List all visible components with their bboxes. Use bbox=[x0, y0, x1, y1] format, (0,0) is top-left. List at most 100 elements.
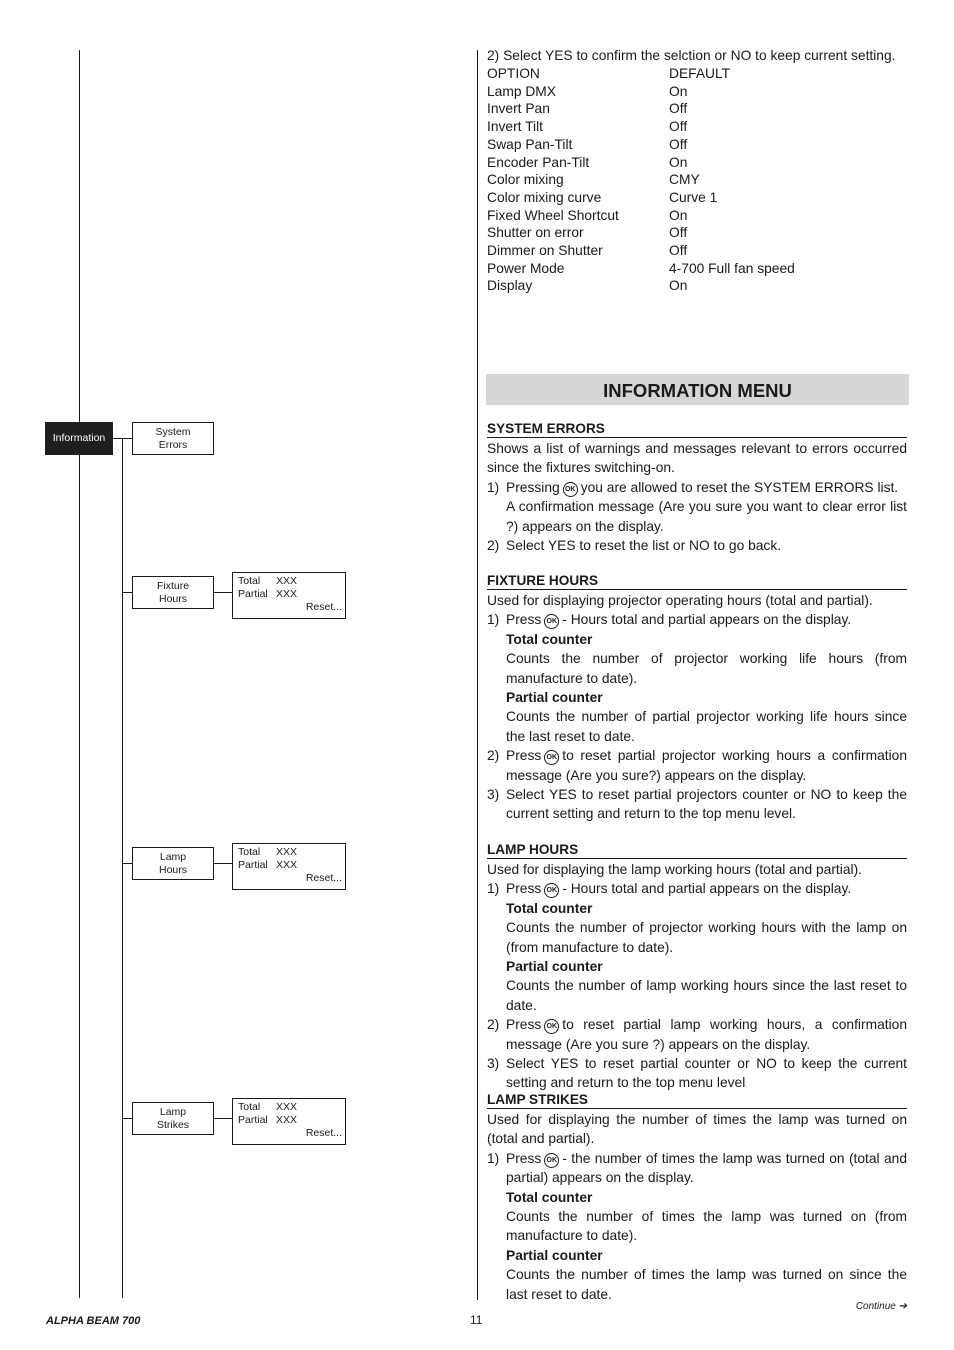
partial-label: Partial bbox=[238, 588, 268, 600]
step-number: 2) bbox=[487, 748, 500, 764]
option-name: Dimmer on Shutter bbox=[487, 243, 603, 259]
total-counter-title: Total counter bbox=[506, 631, 593, 647]
option-name: Fixed Wheel Shortcut bbox=[487, 207, 619, 223]
step-body: Press OK to reset partial projector workin… bbox=[506, 746, 907, 785]
connector bbox=[214, 863, 232, 864]
step: 3) Select YES to reset partial projector… bbox=[487, 785, 907, 824]
step-text: you are allowed to reset the SYSTEM ERRO… bbox=[580, 479, 899, 495]
step: 2) Press OK to reset partial lamp working … bbox=[487, 1015, 907, 1054]
table-row: Power Mode 4-700 Full fan speed bbox=[487, 260, 795, 278]
table-row: Shutter on error Off bbox=[487, 224, 795, 242]
reset-option[interactable]: Reset... bbox=[306, 601, 342, 614]
fixture-hours-display: Total XXX Partial XXX Reset... bbox=[232, 572, 346, 619]
partial-value: XXX bbox=[276, 859, 298, 871]
step-body: Pressing OK you are allowed to reset the S… bbox=[506, 478, 907, 536]
step-text: Press bbox=[506, 612, 542, 628]
step-number: 1) bbox=[487, 479, 500, 495]
continue-link[interactable]: Continue ➔ bbox=[856, 1301, 907, 1312]
partial-label: Partial bbox=[238, 859, 268, 871]
option-name: Color mixing curve bbox=[487, 189, 602, 205]
partial-label: Partial bbox=[238, 1114, 268, 1126]
option-name: Lamp DMX bbox=[487, 83, 557, 99]
option-name: Power Mode bbox=[487, 260, 565, 276]
node-label-line2: Errors bbox=[158, 438, 188, 451]
connector bbox=[122, 863, 132, 864]
header-option: OPTION bbox=[487, 66, 540, 81]
option-default: Off bbox=[669, 101, 688, 117]
connector bbox=[214, 1118, 232, 1119]
total-label: Total bbox=[238, 575, 261, 587]
partial-counter-text: Counts the number of partial projector w… bbox=[506, 709, 907, 744]
options-table: OPTION DEFAULT Lamp DMX On Invert Pan Off … bbox=[487, 65, 795, 295]
menu-node-system-errors[interactable]: System Errors bbox=[132, 422, 214, 455]
lamp-hours-display: Total XXX Partial XXX Reset... bbox=[232, 843, 346, 890]
partial-counter-title: Partial counter bbox=[506, 690, 603, 706]
section-intro: Used for displaying the lamp working hou… bbox=[487, 862, 863, 877]
partial-counter-title: Partial counter bbox=[506, 959, 603, 975]
menu-node-lamp-strikes[interactable]: Lamp Strikes bbox=[132, 1102, 214, 1135]
step: 3) Select YES to reset partial counter o… bbox=[487, 1054, 907, 1093]
option-name: Invert Pan bbox=[487, 101, 550, 117]
section-banner: INFORMATION MENU bbox=[486, 374, 909, 405]
menu-node-lamp-hours[interactable]: Lamp Hours bbox=[132, 847, 214, 880]
step-text: Press bbox=[506, 748, 542, 764]
step-number: 3) bbox=[487, 787, 500, 803]
table-row: Color mixing curve Curve 1 bbox=[487, 189, 795, 207]
menu-node-label: Information bbox=[52, 432, 106, 444]
step-body: Press OK - Hours total and partial appears… bbox=[506, 610, 907, 630]
total-value: XXX bbox=[276, 575, 298, 587]
ok-button-icon: OK bbox=[544, 883, 560, 899]
step-body: Select YES to reset partial projectors c… bbox=[506, 787, 907, 822]
counter-descriptions: Total counter Counts the number of proje… bbox=[487, 630, 907, 746]
step-text: Press bbox=[506, 881, 542, 897]
section-fixture-hours: FIXTURE HOURS Used for displaying projec… bbox=[487, 573, 907, 824]
step-body: Press OK - Hours total and partial appears… bbox=[506, 879, 907, 899]
total-counter-text: Counts the number of projector working h… bbox=[506, 920, 907, 955]
node-label-line1: Lamp bbox=[159, 850, 187, 863]
table-row: Swap Pan-Tilt Off bbox=[487, 136, 795, 154]
connector bbox=[122, 592, 132, 593]
menu-node-fixture-hours[interactable]: Fixture Hours bbox=[132, 576, 214, 609]
lamp-strikes-display: Total XXX Partial XXX Reset... bbox=[232, 1098, 346, 1145]
page-number: 11 bbox=[470, 1313, 483, 1327]
product-name: ALPHA BEAM 700 bbox=[46, 1315, 141, 1327]
step-number: 2) bbox=[487, 538, 500, 554]
step-number: 1) bbox=[487, 881, 500, 897]
connector bbox=[113, 438, 132, 439]
option-default: On bbox=[669, 154, 688, 170]
table-row: Dimmer on Shutter Off bbox=[487, 242, 795, 260]
step-body: Press OK - the number of times the lamp wa… bbox=[506, 1149, 907, 1188]
reset-option[interactable]: Reset... bbox=[306, 1127, 342, 1140]
section-lamp-hours: LAMP HOURS Used for displaying the lamp … bbox=[487, 842, 907, 1093]
option-default: Off bbox=[669, 119, 688, 135]
step-text: A confirmation message (Are you sure you… bbox=[506, 499, 907, 534]
node-label-line2: Hours bbox=[158, 592, 187, 605]
step-body: Select YES to reset the list or NO to go… bbox=[506, 538, 782, 554]
counter-descriptions: Total counter Counts the number of proje… bbox=[487, 899, 907, 1015]
menu-node-information[interactable]: Information bbox=[45, 422, 113, 455]
option-name: Shutter on error bbox=[487, 225, 584, 241]
step-number: 2) bbox=[487, 1017, 500, 1033]
header-default: DEFAULT bbox=[669, 66, 731, 81]
tree-branch-line bbox=[122, 438, 123, 1298]
option-default: 4-700 Full fan speed bbox=[669, 260, 795, 276]
options-header-row: OPTION DEFAULT bbox=[487, 65, 795, 83]
step-text: - Hours total and partial appears on the… bbox=[562, 881, 852, 897]
option-name: Swap Pan-Tilt bbox=[487, 136, 573, 152]
counter-descriptions: Total counter Counts the number of times… bbox=[487, 1188, 907, 1304]
ok-button-icon: OK bbox=[544, 1152, 560, 1168]
node-label-line2: Strikes bbox=[156, 1118, 190, 1131]
option-default: Curve 1 bbox=[669, 189, 718, 205]
option-name: Invert Tilt bbox=[487, 119, 543, 135]
step: 1) Press OK - Hours total and partial appe… bbox=[487, 610, 907, 630]
node-label-line2: Hours bbox=[158, 863, 187, 876]
options-intro: 2) Select YES to confirm the selction or… bbox=[487, 48, 896, 63]
ok-button-icon: OK bbox=[544, 750, 560, 766]
step-number: 3) bbox=[487, 1056, 500, 1072]
reset-option[interactable]: Reset... bbox=[306, 872, 342, 885]
partial-counter-text: Counts the number of times the lamp was … bbox=[506, 1267, 907, 1302]
step: 2) Press OK to reset partial projector wor… bbox=[487, 746, 907, 785]
partial-counter-text: Counts the number of lamp working hours … bbox=[506, 978, 907, 1013]
step: 1) Pressing OK you are allowed to reset th… bbox=[487, 478, 907, 536]
option-name: Color mixing bbox=[487, 172, 564, 188]
